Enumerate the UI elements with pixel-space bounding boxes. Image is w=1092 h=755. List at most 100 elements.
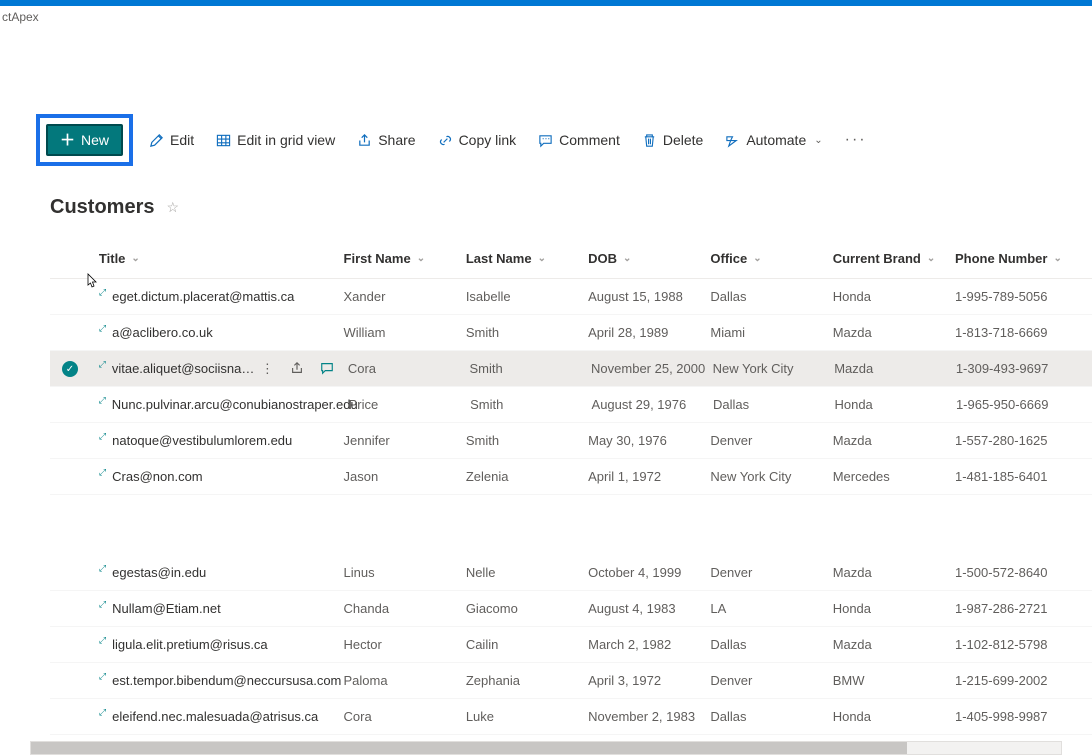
cell-office: New York City: [710, 469, 832, 484]
automate-button[interactable]: Automate ⌄: [719, 128, 828, 152]
delete-button[interactable]: Delete: [636, 128, 709, 152]
cell-title[interactable]: ⤢Cras@non.com: [99, 469, 344, 484]
cell-dob: November 2, 1983: [588, 709, 710, 724]
scrollbar-thumb[interactable]: [31, 742, 907, 754]
cell-office: Dallas: [710, 709, 832, 724]
cell-title[interactable]: ⤢ natoque@vestibulumlorem.edu: [99, 433, 344, 448]
edit-icon: [149, 133, 164, 148]
cell-phone: 1-102-812-5798: [955, 637, 1092, 652]
cell-title[interactable]: ⤢eget.dictum.placerat@mattis.ca: [99, 289, 344, 304]
cell-first-name: Jennifer: [344, 433, 466, 448]
favorite-star-icon[interactable]: ☆: [166, 199, 179, 216]
cell-last-name: Smith: [469, 361, 591, 376]
cell-title[interactable]: ⤢Nunc.pulvinar.arcu@conubianostraper.edu: [99, 397, 349, 412]
chevron-down-icon: ⌄: [1053, 253, 1061, 264]
table-row[interactable]: ⤢Nunc.pulvinar.arcu@conubianostraper.edu…: [50, 387, 1092, 423]
cell-phone: 1-813-718-6669: [955, 325, 1092, 340]
cell-title[interactable]: ⤢a@aclibero.co.uk: [99, 325, 344, 340]
item-link-icon: ⤢: [99, 707, 106, 718]
edit-button[interactable]: Edit: [143, 128, 200, 152]
table-row[interactable]: ⤢Nullam@Etiam.netChandaGiacomoAugust 4, …: [50, 591, 1092, 627]
cell-title-text: Nunc.pulvinar.arcu@conubianostraper.edu: [112, 397, 358, 412]
breadcrumb: ctApex: [0, 6, 1092, 28]
chevron-down-icon: ⌄: [753, 253, 761, 264]
cell-dob: March 2, 1982: [588, 637, 710, 652]
cell-brand: Mercedes: [833, 469, 955, 484]
column-header-dob[interactable]: DOB ⌄: [588, 251, 710, 266]
table-row[interactable]: ⤢eleifend.nec.malesuada@atrisus.caCoraLu…: [50, 699, 1092, 735]
automate-label: Automate: [746, 132, 806, 148]
column-header-office[interactable]: Office ⌄: [710, 251, 832, 266]
table-row[interactable]: ⤢Cras@non.comJasonZeleniaApril 1, 1972Ne…: [50, 459, 1092, 495]
cell-first-name: William: [344, 325, 466, 340]
column-header-first-name[interactable]: First Name ⌄: [344, 251, 466, 266]
row-comment-icon[interactable]: [320, 361, 334, 377]
table-row[interactable]: ⤢a@aclibero.co.ukWilliamSmithApril 28, 1…: [50, 315, 1092, 351]
column-header-last-name[interactable]: Last Name ⌄: [466, 251, 588, 266]
row-more-icon[interactable]: ⋮: [261, 361, 274, 377]
new-button-highlight: ＋ New: [36, 114, 133, 166]
cell-title-text: natoque@vestibulumlorem.edu: [112, 433, 292, 448]
table-row[interactable]: ✓⤢vitae.aliquet@sociisnato…⋮CoraSmithNov…: [50, 351, 1092, 387]
table-row[interactable]: ⤢ natoque@vestibulumlorem.edu JenniferSmit…: [50, 423, 1092, 459]
row-share-icon[interactable]: [290, 361, 304, 377]
edit-grid-label: Edit in grid view: [237, 132, 335, 148]
cell-title[interactable]: ⤢eleifend.nec.malesuada@atrisus.ca: [99, 709, 344, 724]
table-header-row: Title ⌄ First Name ⌄ Last Name ⌄ DOB ⌄ O…: [50, 239, 1092, 279]
cell-title-text: est.tempor.bibendum@neccursusa.com: [112, 673, 341, 688]
cell-office: Dallas: [710, 637, 832, 652]
column-header-brand[interactable]: Current Brand ⌄: [833, 251, 955, 266]
cell-phone: 1-500-572-8640: [955, 565, 1092, 580]
share-label: Share: [378, 132, 415, 148]
cell-first-name: Jason: [344, 469, 466, 484]
cell-brand: Mazda: [833, 433, 955, 448]
table-row[interactable]: ⤢ligula.elit.pretium@risus.caHectorCaili…: [50, 627, 1092, 663]
cell-dob: August 29, 1976: [592, 397, 713, 412]
cell-brand: Honda: [833, 709, 955, 724]
cell-phone: 1-215-699-2002: [955, 673, 1092, 688]
cell-title[interactable]: ⤢egestas@in.edu: [99, 565, 344, 580]
column-label: First Name: [344, 251, 411, 266]
cell-office: Dallas: [713, 397, 834, 412]
item-link-icon: ⤢: [99, 431, 106, 442]
cell-title[interactable]: ⤢ligula.elit.pretium@risus.ca: [99, 637, 344, 652]
table-row[interactable]: ⤢egestas@in.eduLinusNelleOctober 4, 1999…: [50, 555, 1092, 591]
grid-icon: [216, 133, 231, 148]
row-selected-check-icon[interactable]: ✓: [62, 361, 78, 377]
cell-title[interactable]: ⤢vitae.aliquet@sociisnato…⋮: [99, 361, 348, 377]
cell-dob: April 3, 1972: [588, 673, 710, 688]
cell-dob: August 15, 1988: [588, 289, 710, 304]
cell-title-text: Cras@non.com: [112, 469, 203, 484]
horizontal-scrollbar[interactable]: [30, 741, 1062, 755]
cell-title[interactable]: ⤢est.tempor.bibendum@neccursusa.com: [99, 673, 344, 688]
cell-dob: April 28, 1989: [588, 325, 710, 340]
cell-title-text: Nullam@Etiam.net: [112, 601, 221, 616]
item-link-icon: ⤢: [99, 359, 106, 370]
cell-last-name: Luke: [466, 709, 588, 724]
column-header-title[interactable]: Title ⌄: [99, 251, 344, 266]
table-row[interactable]: ⤢eget.dictum.placerat@mattis.caXanderIsa…: [50, 279, 1092, 315]
comment-button[interactable]: Comment: [532, 128, 626, 152]
more-actions-button[interactable]: ···: [839, 131, 873, 149]
share-button[interactable]: Share: [351, 128, 421, 152]
delete-label: Delete: [663, 132, 703, 148]
column-header-phone[interactable]: Phone Number ⌄: [955, 251, 1092, 266]
cell-office: Denver: [710, 433, 832, 448]
item-link-icon: ⤢: [99, 599, 106, 610]
cell-office: Denver: [710, 565, 832, 580]
edit-grid-button[interactable]: Edit in grid view: [210, 128, 341, 152]
cell-phone: 1-987-286-2721: [955, 601, 1092, 616]
new-button[interactable]: ＋ New: [46, 124, 123, 156]
cell-last-name: Smith: [466, 433, 588, 448]
cell-title[interactable]: ⤢ Nullam@Etiam.net: [99, 601, 344, 616]
column-label: Phone Number: [955, 251, 1047, 266]
chevron-down-icon: ⌄: [927, 253, 935, 264]
cell-office: Dallas: [710, 289, 832, 304]
cell-first-name: Cora: [344, 709, 466, 724]
plus-icon: ＋: [60, 133, 75, 148]
table-row[interactable]: ⤢est.tempor.bibendum@neccursusa.comPalom…: [50, 663, 1092, 699]
page-title: Customers: [50, 196, 154, 219]
cell-brand: Mazda: [834, 361, 956, 376]
copy-link-button[interactable]: Copy link: [432, 128, 523, 152]
chevron-down-icon: ⌄: [623, 253, 631, 264]
